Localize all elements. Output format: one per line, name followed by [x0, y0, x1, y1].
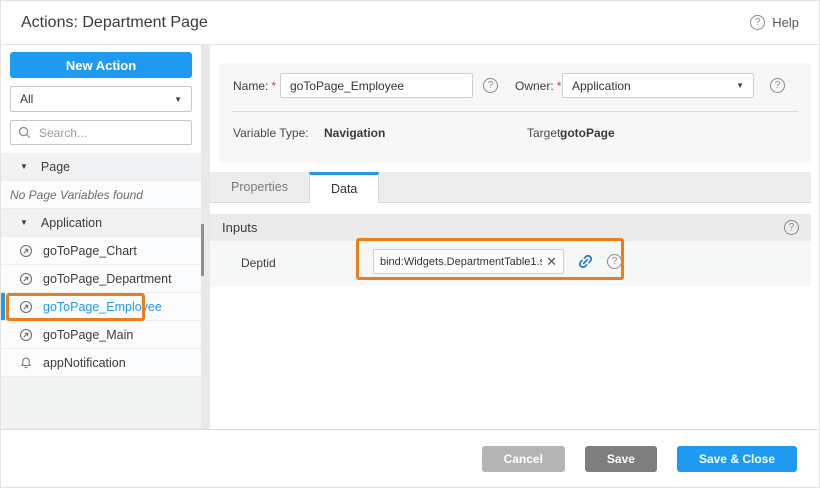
selected-indicator-bar [1, 293, 5, 320]
inputs-section-header: Inputs ? [210, 214, 811, 241]
save-and-close-button[interactable]: Save & Close [677, 446, 797, 472]
collapse-arrow-icon: ▼ [20, 162, 28, 171]
inputs-section-title: Inputs [222, 220, 257, 235]
filter-select-value: All [20, 92, 33, 106]
search-box[interactable] [10, 120, 192, 145]
tab-data[interactable]: Data [309, 172, 379, 203]
action-summary-card: Name:* ? Owner:* Application ▼ ? Variabl… [219, 63, 811, 163]
navigation-icon [19, 272, 33, 286]
search-icon [18, 126, 31, 139]
inputs-section-body: Deptid bind:Widgets.DepartmentTable1.sel… [210, 241, 811, 286]
help-button[interactable]: ? Help [750, 15, 799, 30]
actions-dialog: Actions: Department Page ? Help New Acti… [0, 0, 820, 488]
variable-type-label: Variable Type: [233, 126, 309, 140]
name-input[interactable] [280, 73, 473, 98]
inputs-section: Inputs ? Deptid bind:Widgets.DepartmentT… [210, 214, 811, 286]
panel-divider [201, 45, 210, 429]
target-label: Target: [527, 126, 564, 140]
help-icon: ? [750, 15, 765, 30]
chevron-down-icon: ▼ [174, 95, 182, 104]
notification-icon [19, 356, 33, 370]
dialog-header: Actions: Department Page ? Help [1, 1, 819, 45]
empty-page-variables-message: No Page Variables found [1, 181, 201, 209]
variables-tree: ▼ Page No Page Variables found ▼ Applica… [1, 153, 201, 377]
dialog-footer: Cancel Save Save & Close [1, 429, 819, 487]
tree-item-label: goToPage_Main [43, 328, 133, 342]
tree-item-appnotification[interactable]: appNotification [1, 349, 201, 377]
tree-item-gotopage-department[interactable]: goToPage_Department [1, 265, 201, 293]
card-divider [232, 111, 798, 112]
new-action-button[interactable]: New Action [10, 52, 192, 78]
page-title: Actions: Department Page [21, 14, 208, 32]
save-button[interactable]: Save [585, 446, 657, 472]
tree-group-label: Page [41, 160, 70, 174]
tree-item-gotopage-chart[interactable]: goToPage_Chart [1, 237, 201, 265]
search-input[interactable] [37, 125, 184, 141]
tree-item-label: appNotification [43, 356, 126, 370]
deptid-label: Deptid [241, 256, 276, 270]
tree-group-label: Application [41, 216, 102, 230]
name-label: Name:* [233, 79, 276, 93]
filter-select[interactable]: All ▼ [10, 86, 192, 112]
required-asterisk: * [271, 79, 276, 93]
owner-select[interactable]: Application ▼ [562, 73, 754, 98]
collapse-arrow-icon: ▼ [20, 218, 28, 227]
tree-item-label: goToPage_Employee [43, 300, 162, 314]
clear-binding-icon[interactable]: ✕ [546, 255, 557, 268]
tree-item-label: goToPage_Department [43, 272, 172, 286]
tab-properties[interactable]: Properties [210, 172, 309, 202]
readonly-row: Variable Type: Navigation Target: gotoPa… [219, 126, 811, 142]
deptid-binding-group: bind:Widgets.DepartmentTable1.select ✕ ? [373, 249, 622, 274]
target-value: gotoPage [560, 126, 615, 140]
tree-item-label: goToPage_Chart [43, 244, 137, 258]
navigation-icon [19, 244, 33, 258]
owner-label: Owner:* [515, 79, 561, 93]
sidebar-filler [1, 377, 201, 429]
variable-type-value: Navigation [324, 126, 385, 140]
navigation-icon [19, 328, 33, 342]
inputs-help-icon[interactable]: ? [784, 220, 799, 235]
scrollbar-thumb[interactable] [201, 224, 204, 276]
bind-link-icon[interactable] [573, 249, 597, 273]
dialog-body: New Action All ▼ ▼ Page No Page Variable [1, 45, 819, 429]
tree-group-page[interactable]: ▼ Page [1, 153, 201, 181]
chevron-down-icon: ▼ [736, 81, 744, 90]
sidebar: New Action All ▼ ▼ Page No Page Variable [1, 45, 201, 429]
deptid-bind-input[interactable]: bind:Widgets.DepartmentTable1.select ✕ [373, 249, 564, 274]
tree-group-application[interactable]: ▼ Application [1, 209, 201, 237]
main-panel: Name:* ? Owner:* Application ▼ ? Variabl… [210, 45, 819, 429]
deptid-bind-value: bind:Widgets.DepartmentTable1.select [380, 256, 542, 268]
name-help-icon[interactable]: ? [483, 78, 498, 93]
tab-bar: Properties Data [210, 172, 811, 203]
owner-select-value: Application [572, 79, 631, 93]
tree-item-gotopage-employee[interactable]: goToPage_Employee [1, 293, 201, 321]
help-label: Help [772, 15, 799, 30]
deptid-help-icon[interactable]: ? [607, 254, 622, 269]
required-asterisk: * [557, 79, 562, 93]
tree-item-gotopage-main[interactable]: goToPage_Main [1, 321, 201, 349]
navigation-icon [19, 300, 33, 314]
cancel-button[interactable]: Cancel [482, 446, 565, 472]
owner-help-icon[interactable]: ? [770, 78, 785, 93]
